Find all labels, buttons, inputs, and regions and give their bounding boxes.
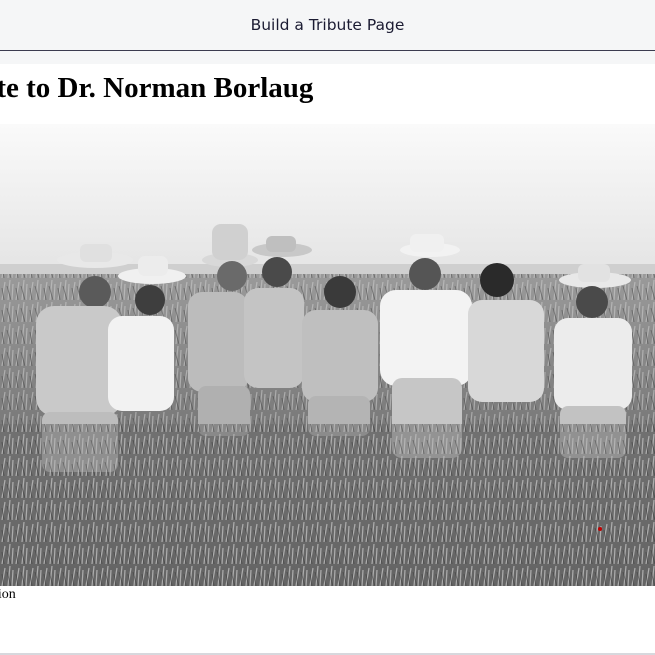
tribute-image (0, 124, 655, 586)
project-header: Build a Tribute Page (0, 0, 655, 51)
preview-frame[interactable]: ibute to Dr. Norman Borlaug (0, 64, 655, 653)
image-caption: ption (0, 587, 16, 602)
project-title: Build a Tribute Page (250, 16, 405, 34)
tribute-heading: ibute to Dr. Norman Borlaug (0, 72, 314, 104)
